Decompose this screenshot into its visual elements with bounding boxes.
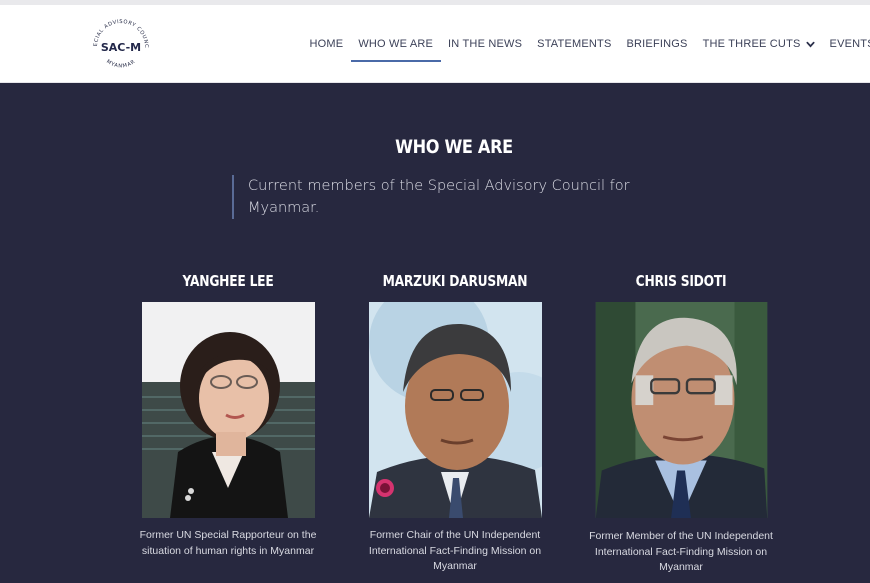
nav-in-the-news[interactable]: IN THE NEWS: [441, 5, 530, 83]
intro-quote: Current members of the Special Advisory …: [232, 175, 652, 219]
nav-in-the-news-label: IN THE NEWS: [448, 38, 523, 50]
site-header: SPECIAL ADVISORY COUNCIL MYANMAR SAC-M H…: [0, 5, 870, 83]
nav-who-we-are[interactable]: WHO WE ARE: [350, 5, 441, 83]
member-card-chris-sidoti: CHRIS SIDOTI Former Member of the UN Ind…: [581, 270, 781, 573]
nav-statements-label: STATEMENTS: [537, 38, 612, 50]
nav-who-we-are-label: WHO WE ARE: [358, 38, 434, 50]
logo-text: SAC-M: [101, 41, 141, 54]
nav-statements[interactable]: STATEMENTS: [530, 5, 619, 83]
member-photo-yanghee-lee[interactable]: [142, 302, 315, 518]
nav-the-three-cuts-label: THE THREE CUTS: [702, 38, 801, 50]
member-name: YANGHEE LEE: [182, 272, 274, 290]
nav-events[interactable]: EVENTS: [822, 5, 870, 83]
member-photo-chris-sidoti[interactable]: [595, 302, 768, 520]
member-description: Former Member of the UN Independent Inte…: [589, 530, 773, 573]
member-card-marzuki-darusman: MARZUKI DARUSMAN Former Chair of the UN …: [355, 270, 555, 572]
nav-events-label: EVENTS: [829, 38, 870, 50]
sac-m-logo[interactable]: SPECIAL ADVISORY COUNCIL MYANMAR SAC-M: [88, 14, 154, 80]
chevron-down-icon[interactable]: [805, 40, 815, 49]
member-photo-marzuki-darusman[interactable]: [369, 302, 542, 518]
member-description: Former UN Special Rapporteur on the situ…: [139, 529, 317, 557]
member-description: Former Chair of the UN Independent Inter…: [368, 529, 542, 572]
nav-briefings[interactable]: BRIEFINGS: [619, 5, 695, 83]
member-card-yanghee-lee: YANGHEE LEE Former UN Special Rapporteur…: [128, 270, 328, 557]
member-name: CHRIS SIDOTI: [635, 272, 727, 290]
nav-home-label: HOME: [309, 38, 344, 50]
nav-home[interactable]: HOME: [302, 5, 351, 83]
nav-briefings-label: BRIEFINGS: [626, 38, 688, 50]
nav-the-three-cuts[interactable]: THE THREE CUTS: [695, 5, 822, 83]
page-title: WHO WE ARE: [395, 136, 513, 158]
main-nav: HOME WHO WE ARE IN THE NEWS STATEMENTS B…: [302, 5, 870, 83]
member-name: MARZUKI DARUSMAN: [382, 272, 528, 290]
